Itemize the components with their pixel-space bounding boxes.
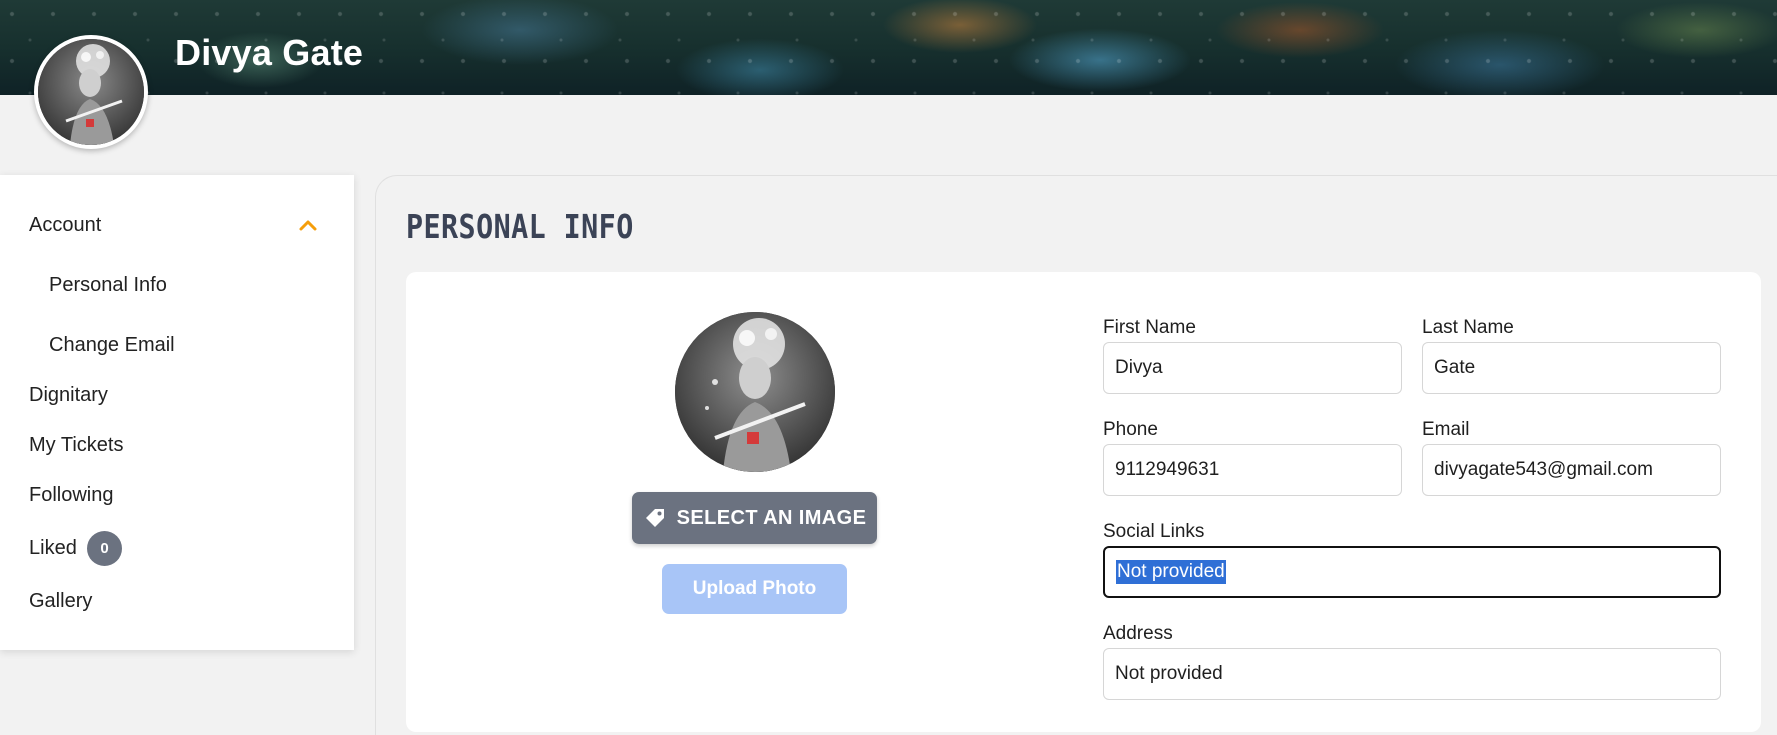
address-input[interactable]: Not provided <box>1103 648 1721 700</box>
sidebar-item-personal-info[interactable]: Personal Info <box>49 274 167 297</box>
liked-count-badge: 0 <box>87 531 122 566</box>
social-links-value: Not provided <box>1116 560 1226 584</box>
last-name-label: Last Name <box>1422 317 1514 338</box>
sidebar-item-account[interactable]: Account <box>29 214 101 237</box>
sidebar-item-change-email[interactable]: Change Email <box>49 334 175 357</box>
upload-photo-button[interactable]: Upload Photo <box>662 564 847 614</box>
header-avatar[interactable] <box>34 35 148 149</box>
last-name-input[interactable]: Gate <box>1422 342 1721 394</box>
page-title: PERSONAL INFO <box>406 207 634 246</box>
profile-photo-image <box>675 312 835 472</box>
chevron-up-icon[interactable] <box>298 218 318 232</box>
sidebar-item-gallery[interactable]: Gallery <box>29 590 92 613</box>
sidebar-item-liked[interactable]: Liked <box>29 537 77 560</box>
select-image-button[interactable]: SELECT AN IMAGE <box>632 492 877 544</box>
first-name-label: First Name <box>1103 317 1196 338</box>
first-name-input[interactable]: Divya <box>1103 342 1402 394</box>
email-input[interactable]: divyagate543@gmail.com <box>1422 444 1721 496</box>
profile-photo <box>675 312 835 472</box>
sidebar-item-my-tickets[interactable]: My Tickets <box>29 434 123 457</box>
user-name: Divya Gate <box>175 32 364 73</box>
social-links-label: Social Links <box>1103 521 1205 542</box>
phone-label: Phone <box>1103 419 1158 440</box>
avatar-image <box>38 39 144 145</box>
phone-input[interactable]: 9112949631 <box>1103 444 1402 496</box>
sidebar <box>0 175 354 650</box>
sidebar-item-dignitary[interactable]: Dignitary <box>29 384 108 407</box>
address-label: Address <box>1103 623 1173 644</box>
email-label: Email <box>1422 419 1470 440</box>
select-image-label: SELECT AN IMAGE <box>676 506 867 529</box>
social-links-input[interactable]: Not provided <box>1103 546 1721 598</box>
sidebar-item-following[interactable]: Following <box>29 484 113 507</box>
tag-icon <box>645 509 664 527</box>
